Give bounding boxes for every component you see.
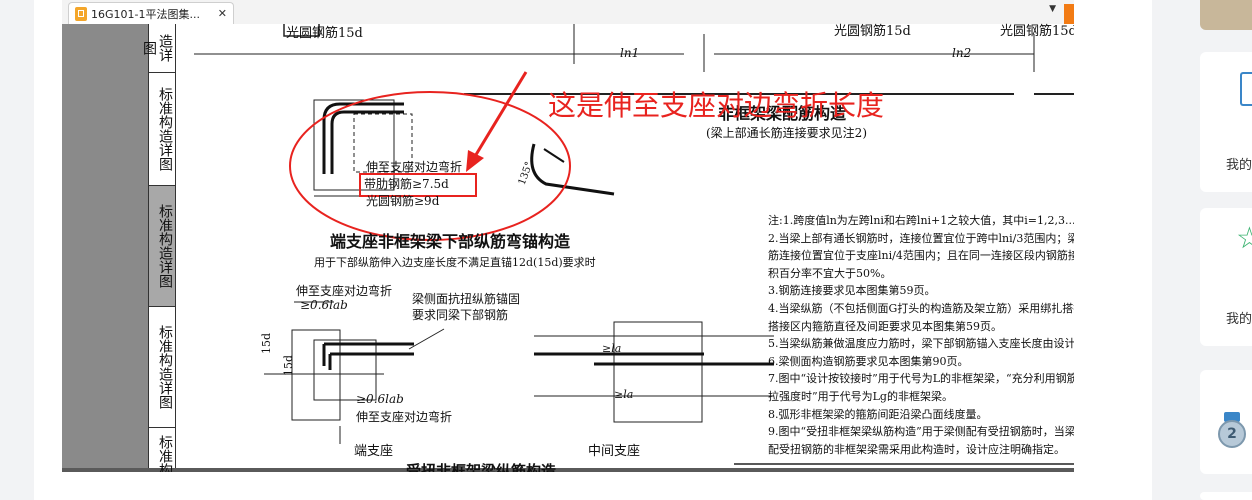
medal-icon: 2 <box>1218 412 1246 448</box>
notes-block: 注:1.跨度值ln为左跨lni和右跨lni+1之较大值，其中i=1,2,3...… <box>768 212 1074 458</box>
right-sidebar: 我的 ☆ 我的 2 <box>1200 0 1252 500</box>
sidebar-card-1[interactable]: 我的 <box>1200 52 1252 192</box>
note-line: 4.当梁纵筋（不包括侧面G打头的构造筋及架立筋）采用绑扎搭接接 <box>768 301 1074 315</box>
end-support-title: 端支座非框架梁下部纵筋弯锚构造 <box>330 232 571 251</box>
note-line: 积百分率不宜大于50%。 <box>768 266 892 280</box>
label-ln2: ln2 <box>952 46 972 60</box>
label-ln1: ln1 <box>620 46 640 60</box>
label-mid-support: 中间支座 <box>588 444 641 459</box>
label-side-anchor-1: 梁侧面抗扭纵筋锚固 <box>412 292 521 306</box>
note-line: 8.弧形非框架梁的箍筋间距沿梁凸面线度量。 <box>768 407 988 421</box>
pdf-file-icon <box>75 6 87 21</box>
tab-bar: 16G101-1平法图集... ✕ ▼ <box>62 0 1074 25</box>
note-line: 7.图中“设计按铰接时”用于代号为L的非框架梁，“充分利用钢筋 <box>768 372 1074 386</box>
label-bend-top: 伸至支座对边弯折 <box>296 284 393 298</box>
side-label: 标准构造详图 <box>149 307 175 428</box>
note-line: 搭接区内箍筋直径及间距要求见本图集第59页。 <box>768 319 1002 333</box>
note-line: 9.图中“受扭非框架梁纵筋构造”用于梁侧配有受扭钢筋时，当梁 <box>768 425 1074 439</box>
label-15d-b: 15d <box>282 354 295 376</box>
note-line: 配受扭钢筋的非框架梁需采用此构造时，设计应注明确指定。 <box>768 442 1065 456</box>
label-15d-a: 15d <box>260 332 273 354</box>
label-bend-to-face: 伸至支座对边弯折 <box>366 160 463 174</box>
side-label: 标准构 <box>157 435 173 472</box>
label-lab-top: ≥0.6lab <box>300 298 348 312</box>
close-tab-icon[interactable]: ✕ <box>218 7 227 20</box>
label-side-anchor-2: 要求同梁下部钢筋 <box>412 308 509 322</box>
technical-drawing: 光圆钢筋15d 光圆钢筋15d 光圆钢筋15d ln1 ln2 非框架梁配筋构造… <box>174 24 1074 472</box>
label-plain-bar-top-left: 光圆钢筋15d <box>286 26 363 41</box>
note-line: 6.梁侧面构造钢筋要求见本图集第90页。 <box>768 354 969 368</box>
sidebar-card-4 <box>1200 492 1252 500</box>
note-line: 3.钢筋连接要求见本图集第59页。 <box>768 284 936 298</box>
side-label: 造详图 <box>141 24 175 73</box>
sidebar-card-2[interactable]: ☆ 我的 <box>1200 208 1252 346</box>
side-label: 标准构造详图 <box>149 186 175 307</box>
section-subtitle: (梁上部通长筋连接要求见注2) <box>706 126 867 140</box>
document-tab[interactable]: 16G101-1平法图集... ✕ <box>68 2 234 24</box>
label-plain-bar-top-mid: 光圆钢筋15d <box>834 24 911 39</box>
tab-dropdown-icon[interactable]: ▼ <box>1049 4 1056 14</box>
page-margin <box>62 24 148 468</box>
label-ribbed-bar: 带肋钢筋≥7.5d <box>364 177 449 191</box>
note-line: 筋连接位置宜位于支座lni/4范围内；且在同一连接区段内钢筋接 <box>768 249 1074 263</box>
note-line: 拉强度时”用于代号为Lg的非框架梁。 <box>768 389 953 403</box>
note-line: 注:1.跨度值ln为左跨lni和右跨lni+1之较大值，其中i=1,2,3...… <box>768 214 1074 227</box>
label-la-top: ≥la <box>602 342 622 355</box>
label-lab-bottom: ≥0.6lab <box>356 392 404 406</box>
end-support-subtitle: 用于下部纵筋伸入边支座长度不满足直锚12d(15d)要求时 <box>314 256 596 269</box>
document-icon <box>1240 72 1252 106</box>
star-icon: ☆ <box>1236 221 1252 256</box>
pdf-viewer: 16G101-1平法图集... ✕ ▼ 造详图 标准构造详图 标准构造详图 标准… <box>62 0 1074 472</box>
sidebar-banner-image <box>1200 0 1252 30</box>
side-label-column: 造详图 标准构造详图 标准构造详图 标准构造详图 标准构 <box>141 24 176 472</box>
label-la-bottom: ≥la <box>614 388 634 401</box>
label-bend-bottom: 伸至支座对边弯折 <box>356 410 453 424</box>
side-label: 标准构造详图 <box>149 73 175 186</box>
label-plain-bar-top-right: 光圆钢筋15d <box>1000 24 1074 39</box>
note-line: 5.当梁纵筋兼做温度应力筋时，梁下部钢筋锚入支座长度由设计确 <box>768 337 1074 351</box>
label-end-support: 端支座 <box>354 444 394 459</box>
label-bottom-cut: 受扭非框架梁纵筋构造 <box>406 462 557 472</box>
document-page: 造详图 标准构造详图 标准构造详图 标准构造详图 标准构 光圆钢筋15d 光圆钢… <box>62 24 1074 472</box>
document-tab-title: 16G101-1平法图集... <box>91 7 200 21</box>
label-plain-bar: 光圆钢筋≥9d <box>366 194 440 208</box>
sidebar-label-2: 我的 <box>1226 312 1252 327</box>
sidebar-card-3[interactable]: 2 <box>1200 370 1252 474</box>
annotation-callout: 这是伸至支座对边弯折长度 <box>548 89 885 122</box>
sidebar-label-1: 我的 <box>1226 158 1252 173</box>
note-line: 2.当梁上部有通长钢筋时，连接位置宜位于跨中lni/3范围内；梁下 <box>768 231 1074 245</box>
